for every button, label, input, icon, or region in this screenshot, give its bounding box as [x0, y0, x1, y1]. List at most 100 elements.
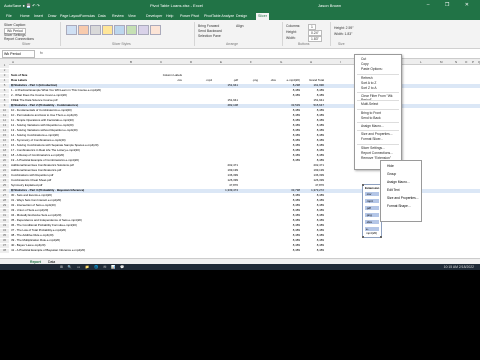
resize-handle[interactable] [362, 236, 364, 238]
shape-menu-item[interactable]: Group [387, 172, 396, 176]
context-menu: Cut Copy Paste Options: Refresh Sort A to ZS… [354, 54, 402, 170]
context-menu-item[interactable]: Report Connections... [361, 151, 393, 155]
slicer-group: Slicer Caption: Wk Period Slicer Setting… [2, 22, 61, 46]
ribbon-tabs: File Home Insert Draw Page Layout Formulas Dat… [0, 12, 480, 20]
slicer-caption-label: Slicer Caption: [4, 23, 27, 27]
slicer-style-swatch[interactable] [78, 25, 89, 35]
table-cell: 8,489 [292, 158, 300, 162]
table-row: 35 38 - The Additive Rule.e-mp4(20) 8,489… [0, 233, 480, 238]
ribbon-tab[interactable]: Review [112, 14, 124, 18]
ribbon-tab[interactable]: View [128, 14, 136, 18]
row-number[interactable]: 38 [0, 248, 9, 253]
slicer-style-swatch[interactable] [114, 25, 125, 35]
table-row: 7 2 - What Does the Course Cover.e-mp4(2… [0, 93, 480, 98]
table-cell: 1,339,474 [225, 188, 238, 192]
context-menu-item[interactable]: Send to Back [361, 116, 381, 120]
context-menu-item[interactable]: Bring to Front [361, 111, 381, 115]
arrange-group: Bring Forward Send Backward Selection Pa… [196, 22, 283, 46]
window-controls[interactable]: – ❐ ✕ [427, 2, 476, 8]
shape-menu-item[interactable]: Hide [387, 164, 394, 168]
table-cell: 482,108 [227, 103, 238, 107]
bring-forward-button[interactable]: Bring Forward [198, 24, 219, 28]
slicer-item[interactable]: .pdf [365, 206, 379, 210]
slicer-item[interactable]: e-mp4(20) [365, 227, 379, 235]
shape-context-menu: Hide Group Assign Macro... Edit Text Size an… [380, 160, 422, 222]
slicer-style-swatch[interactable] [126, 25, 137, 35]
context-menu-item[interactable]: Assign Macro... [361, 124, 384, 128]
slicer-style-swatch[interactable] [150, 25, 161, 35]
ribbon-tab[interactable]: Page Layout [60, 14, 80, 18]
ribbon-tab[interactable]: Slicer [256, 13, 269, 20]
selection-pane-button[interactable]: Selection Pane [198, 34, 221, 38]
context-menu-item[interactable]: Multi-Select [361, 102, 378, 106]
menu-separator [357, 108, 399, 110]
ribbon-tab[interactable]: Data [98, 14, 106, 18]
menu-separator [357, 143, 399, 145]
slicer-height-input[interactable]: Height: 2.59" [334, 26, 354, 30]
slicer-item[interactable]: .csv [365, 192, 379, 196]
slicer-item[interactable]: .xlsx [365, 220, 379, 224]
ribbon-tab[interactable]: Home [20, 14, 30, 18]
menu-separator [357, 100, 399, 102]
ribbon-tab[interactable]: PivotTable Analyze [204, 14, 234, 18]
shape-menu-item[interactable]: Size and Properties... [387, 196, 419, 200]
context-menu-item[interactable]: Sort A to Z [361, 81, 376, 85]
table-row: 18 17 - Combinatorics in Real Life The L… [0, 148, 480, 153]
context-menu-item[interactable]: Copy [361, 62, 369, 66]
taskbar-icons[interactable]: ⊞ 🔍 ▭ 📁 🌐 ✉ 📊 💬 [60, 265, 127, 269]
shape-menu-item[interactable]: Format Shape... [387, 204, 411, 208]
slicer-style-swatch[interactable] [90, 25, 101, 35]
slicer-style-swatch[interactable] [66, 25, 77, 35]
user-name[interactable]: Jason Brown [318, 3, 341, 8]
window-title: Pivot Table Loans.xlsx - Excel [150, 3, 203, 8]
button-width-label: Width: [286, 36, 296, 40]
menu-separator [357, 122, 399, 123]
button-width-input[interactable]: 1.83" [308, 36, 322, 42]
ribbon-tab[interactable]: Power Pivot [180, 14, 199, 18]
ribbon-tab[interactable]: Developer [146, 14, 162, 18]
context-menu-item[interactable]: Slicer Settings... [361, 146, 385, 150]
buttons-group-label: Buttons [298, 42, 310, 46]
fx-icon[interactable]: fx [40, 51, 43, 55]
table-row: 14 13 - Solving Variations without Repet… [0, 128, 480, 133]
context-menu-item[interactable]: Cut [361, 57, 366, 61]
context-menu-item[interactable]: Paste Options: [361, 67, 383, 71]
report-connections-button[interactable]: Report Connections [4, 37, 34, 41]
name-box[interactable]: Wk Period [2, 50, 35, 58]
table-cell: 8,489 [292, 93, 300, 97]
context-menu-item[interactable]: Sort Z to A [361, 86, 377, 90]
ribbon-tab[interactable]: Insert [34, 14, 43, 18]
align-button[interactable]: Align [236, 24, 244, 28]
table-cell: .xlsx [270, 78, 276, 82]
table-row: 6 1 - A Practical Example What You Will … [0, 88, 480, 93]
ribbon-tab[interactable]: Help [166, 14, 173, 18]
slicer-item[interactable]: .mp4 [365, 199, 379, 203]
shape-menu-item[interactable]: Edit Text [387, 188, 400, 192]
slicer-title: Extension [365, 186, 380, 190]
slicer-style-swatch[interactable] [102, 25, 113, 35]
table-row: 36 39 - The Multiplication Rule.e-mp4(20… [0, 238, 480, 243]
formula-bar: Wk Period fx [0, 49, 480, 59]
table-row: 34 37 - The Law of Total Probability.e-m… [0, 228, 480, 233]
context-menu-item[interactable]: Refresh [361, 76, 373, 80]
quick-access-toolbar[interactable]: AutoSave ● 💾 ↶ ↷ [4, 3, 40, 8]
ribbon-tab[interactable]: Design [236, 14, 247, 18]
slicer-item[interactable]: .png [365, 213, 379, 217]
ribbon: Slicer Caption: Wk Period Slicer Setting… [0, 20, 480, 49]
slicer-width-input[interactable]: Width: 1.83" [334, 32, 352, 36]
context-menu-item[interactable]: Format Slicer... [361, 137, 383, 141]
context-menu-item[interactable]: Size and Properties... [361, 132, 393, 136]
resize-handle[interactable] [362, 184, 364, 186]
resize-handle[interactable] [380, 236, 382, 238]
slicer-style-swatch[interactable] [138, 25, 149, 35]
send-backward-button[interactable]: Send Backward [198, 29, 222, 33]
menu-separator [357, 92, 399, 94]
ribbon-tab[interactable]: File [6, 14, 12, 18]
table-cell: 8,489 [292, 248, 300, 252]
ribbon-tab[interactable]: Formulas [80, 14, 95, 18]
ribbon-tab[interactable]: Draw [48, 14, 56, 18]
table-row: 38 41 - A Practical Example of Bayesian … [0, 248, 480, 253]
extension-slicer[interactable]: Extension .csv .mp4 .pdf .png .xlsx e-mp4(20) [362, 184, 382, 238]
table-cell: 8,489 [316, 248, 324, 252]
shape-menu-item[interactable]: Assign Macro... [387, 180, 410, 184]
